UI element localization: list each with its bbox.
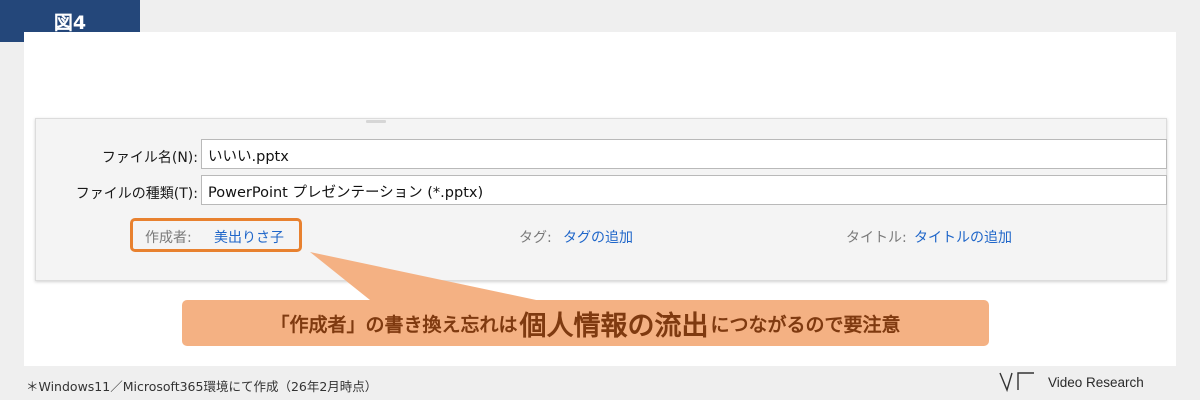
- callout-text-emphasis: 個人情報の流出: [519, 310, 709, 342]
- video-research-logo-icon: [999, 372, 1034, 393]
- video-research-logo: Video Research: [998, 370, 1144, 394]
- callout-text-part1: 「作成者」の書き換え忘れは: [270, 313, 518, 336]
- callout-text-part3: につながるので要注意: [710, 313, 901, 336]
- footnote: ＊Windows11／Microsoft365環境にて作成（26年2月時点）: [26, 379, 378, 394]
- logo-text: Video Research: [1048, 374, 1144, 390]
- warning-callout: 「作成者」の書き換え忘れは 個人情報の流出 につながるので要注意: [182, 300, 989, 346]
- callout-pointer-shape: [310, 252, 555, 304]
